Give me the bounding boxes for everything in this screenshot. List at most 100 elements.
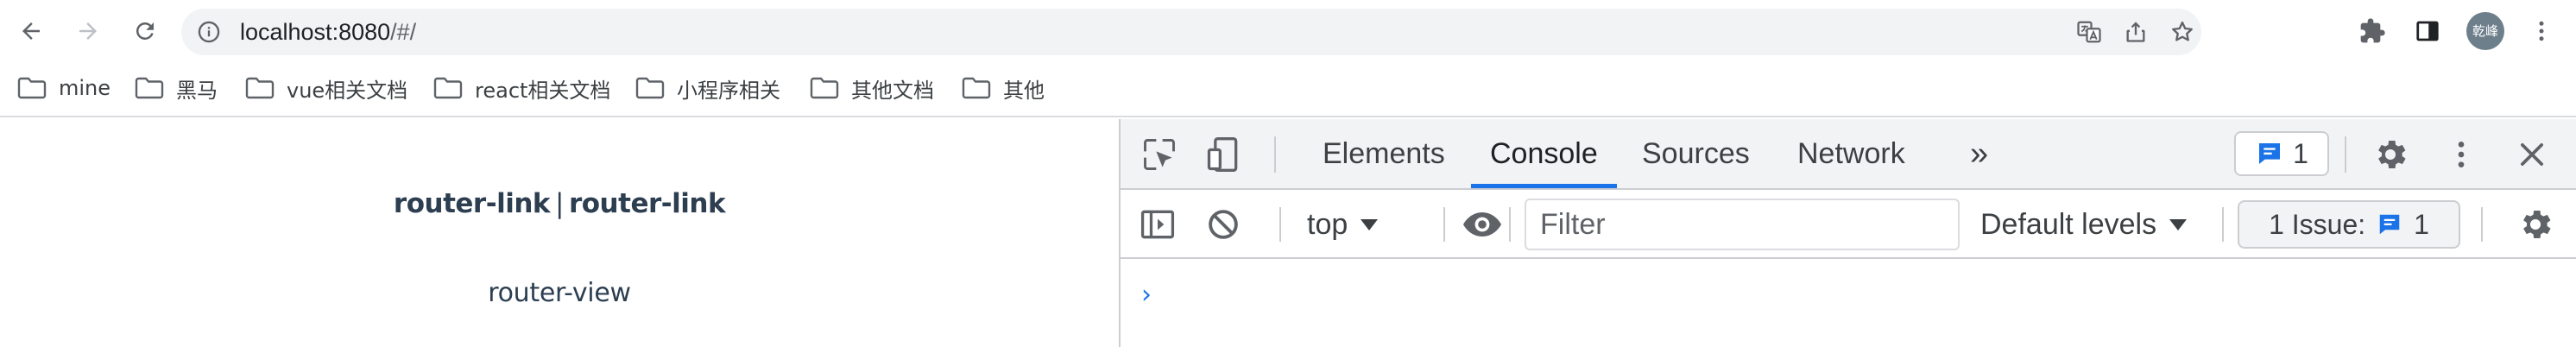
bookmark-folder-mine[interactable]: mine xyxy=(17,71,110,105)
bookmarks-bar: mine 黑马 vue相关文档 react相关文档 小程序相关 其他文档 其他 xyxy=(0,62,2576,117)
page-viewport: router-link | router-link router-view xyxy=(0,119,1119,347)
bookmark-star-button[interactable] xyxy=(2167,16,2198,47)
devtools-divider xyxy=(1274,136,1276,173)
bookmark-label: vue相关文档 xyxy=(287,78,408,103)
device-toolbar-button[interactable] xyxy=(1203,135,1243,174)
gear-icon xyxy=(2378,141,2406,168)
caret-down-icon xyxy=(2169,219,2188,230)
folder-icon xyxy=(433,77,463,99)
tab-elements[interactable]: Elements xyxy=(1323,119,1445,188)
folder-icon xyxy=(135,77,164,99)
address-bar[interactable]: localhost:8080/#/ xyxy=(181,9,2201,55)
issues-label: 1 Issue: xyxy=(2269,208,2366,240)
folder-icon xyxy=(245,77,275,99)
arrow-right-icon xyxy=(79,22,97,40)
router-link-2[interactable]: router-link xyxy=(569,188,726,219)
devtools-menu-button[interactable] xyxy=(2441,135,2481,174)
url-path: /#/ xyxy=(390,19,417,45)
message-icon xyxy=(2259,143,2281,164)
more-tabs-button[interactable]: » xyxy=(1970,119,1988,188)
translate-button[interactable] xyxy=(2074,16,2105,47)
issues-count: 1 xyxy=(2414,208,2429,240)
info-icon[interactable] xyxy=(197,20,221,44)
console-settings-button[interactable] xyxy=(2516,205,2555,244)
bookmark-folder-heima[interactable]: 黑马 xyxy=(135,71,218,105)
translate-icon xyxy=(2077,21,2101,43)
bookmark-folder-vue-docs[interactable]: vue相关文档 xyxy=(245,71,407,105)
devtools-close-button[interactable] xyxy=(2512,135,2552,174)
context-selector[interactable]: top xyxy=(1307,190,1379,259)
devtools-tab-bar: Elements Console Sources Network » 1 xyxy=(1121,119,2576,190)
browser-toolbar: localhost:8080/#/ 乾峰 xyxy=(0,0,2576,62)
bookmark-folder-react-docs[interactable]: react相关文档 xyxy=(433,71,610,105)
kebab-icon xyxy=(2458,142,2465,167)
star-icon xyxy=(2172,21,2193,41)
side-panel-icon xyxy=(2416,21,2439,41)
devtools-divider xyxy=(2345,136,2346,173)
close-icon xyxy=(2521,143,2543,166)
log-levels-label: Default levels xyxy=(1980,207,2157,241)
devtools-divider xyxy=(1509,207,1511,242)
bookmark-folder-other-docs[interactable]: 其他文档 xyxy=(810,71,934,105)
reload-button[interactable] xyxy=(126,12,164,50)
console-output[interactable]: › xyxy=(1121,259,2576,347)
puzzle-icon xyxy=(2360,18,2385,43)
devtools-panel: Elements Console Sources Network » 1 top xyxy=(1119,119,2576,347)
nav-separator: | xyxy=(555,188,564,219)
gear-icon xyxy=(2523,211,2551,238)
side-panel-button[interactable] xyxy=(2410,14,2445,48)
clear-console-icon xyxy=(1209,210,1238,239)
bookmark-folder-other[interactable]: 其他 xyxy=(962,71,1045,105)
inspect-element-button[interactable] xyxy=(1140,135,1179,174)
console-filter-input[interactable] xyxy=(1525,199,1960,250)
devtools-divider xyxy=(1443,207,1445,242)
issues-button[interactable]: 1 Issue: 1 xyxy=(2238,200,2460,249)
folder-icon xyxy=(17,77,47,99)
bookmark-label: react相关文档 xyxy=(475,78,611,103)
bookmark-label: 其他文档 xyxy=(851,78,934,103)
devtools-divider xyxy=(2481,207,2483,242)
bookmark-label: 黑马 xyxy=(176,78,218,103)
back-button[interactable] xyxy=(12,12,50,50)
messages-count: 1 xyxy=(2293,137,2308,169)
devtools-settings-button[interactable] xyxy=(2371,135,2410,174)
clear-console-button[interactable] xyxy=(1203,205,1243,244)
bookmark-folder-miniprogram[interactable]: 小程序相关 xyxy=(635,71,780,105)
context-value: top xyxy=(1307,207,1348,241)
tab-sources[interactable]: Sources xyxy=(1642,119,1750,188)
forward-button[interactable] xyxy=(69,12,107,50)
console-sidebar-button[interactable] xyxy=(1138,205,1178,244)
profile-avatar[interactable]: 乾峰 xyxy=(2466,12,2504,50)
bookmark-label: 其他 xyxy=(1003,78,1045,103)
browser-menu-button[interactable] xyxy=(2524,14,2559,48)
device-toolbar-icon xyxy=(1207,137,1238,172)
sidebar-toggle-icon xyxy=(1140,210,1175,239)
console-prompt: › xyxy=(1141,280,1152,310)
live-expression-button[interactable] xyxy=(1461,205,1504,244)
folder-icon xyxy=(810,77,839,99)
url-host: localhost:8080 xyxy=(240,19,391,45)
devtools-divider xyxy=(1279,207,1281,242)
router-view-text: router-view xyxy=(488,278,631,308)
inspect-element-icon xyxy=(1144,139,1175,170)
log-levels-dropdown[interactable]: Default levels xyxy=(1980,190,2188,259)
devtools-divider xyxy=(2222,207,2224,242)
url-text[interactable]: localhost:8080/#/ xyxy=(240,9,416,55)
bookmark-label: mine xyxy=(59,76,111,100)
router-link-1[interactable]: router-link xyxy=(394,188,551,219)
caret-down-icon xyxy=(1361,219,1379,230)
message-icon xyxy=(2379,214,2400,235)
folder-icon xyxy=(635,77,665,99)
extensions-button[interactable] xyxy=(2355,14,2390,48)
router-nav: router-link | router-link xyxy=(0,188,1119,219)
bookmark-label: 小程序相关 xyxy=(677,78,780,103)
folder-icon xyxy=(962,77,991,99)
arrow-left-icon xyxy=(22,22,40,40)
tab-network[interactable]: Network xyxy=(1797,119,1905,188)
console-toolbar: top Default levels 1 Issue: 1 xyxy=(1121,190,2576,259)
kebab-icon xyxy=(2539,21,2544,41)
share-button[interactable] xyxy=(2120,16,2151,47)
messages-badge-button[interactable]: 1 xyxy=(2234,131,2329,176)
tab-console[interactable]: Console xyxy=(1471,119,1617,188)
reload-icon xyxy=(136,22,154,40)
